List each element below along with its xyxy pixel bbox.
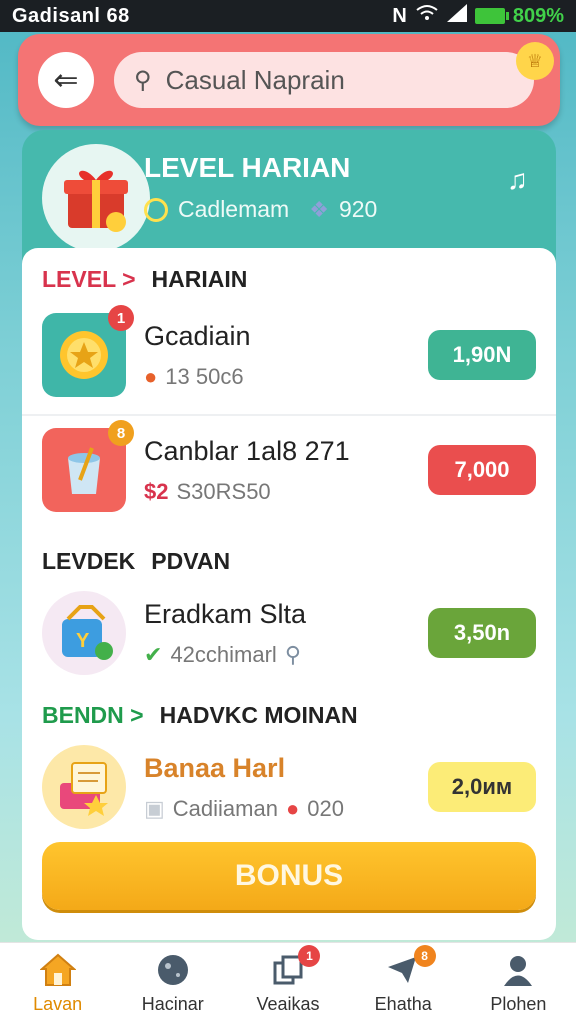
row-subtitle-text: Cadiiaman — [172, 795, 278, 821]
globe-icon — [155, 952, 191, 988]
row-subtitle: $2 S30RS50 — [144, 479, 428, 505]
crown-icon[interactable]: ♕ — [516, 42, 554, 80]
list-item[interactable]: Banaa Harl ▣ Cadiiaman ● 020 2,0им — [22, 732, 556, 842]
row-title: Eradkam Slta — [144, 598, 307, 629]
gem-icon: ❖ — [309, 196, 329, 222]
status-bar: Gadisanl 68 N 809% — [0, 0, 576, 32]
level-title: LEVEL HARIAN — [144, 152, 351, 183]
row-subtitle: ● 13 50c6 — [144, 364, 428, 390]
treasure-icon — [60, 762, 108, 816]
bonus-button[interactable]: BONUS — [42, 842, 536, 910]
list-item[interactable]: 8 Canblar 1al8 271 $2 S30RS50 7,000 — [22, 414, 556, 524]
row-subtitle-text: 42cchimarl — [170, 641, 277, 667]
list-item[interactable]: Y Eradkam Slta ✔ 42cchimarl ⚲ 3,50n — [22, 578, 556, 688]
back-button[interactable]: ⇐ — [38, 52, 94, 108]
row-title: Canblar 1al8 271 — [144, 435, 350, 466]
price-button[interactable]: 2,0им — [428, 762, 536, 812]
section-prefix: LEVDEK — [42, 548, 136, 574]
row-subtitle-prefix: $2 — [144, 478, 169, 504]
row-subtitle: ▣ Cadiiaman ● 020 — [144, 796, 428, 822]
row-info: Banaa Harl ▣ Cadiiaman ● 020 — [144, 753, 428, 822]
row-title: Banaa Harl — [144, 752, 286, 783]
level-gems: 920 — [338, 196, 378, 222]
status-time: Gadisanl 68 — [12, 4, 130, 27]
gift-icon — [64, 170, 128, 232]
list-item[interactable]: 1 Gcadiain ● 13 50c6 1,90N — [22, 300, 556, 410]
bag-thumbnail: Y — [42, 591, 126, 675]
row-subtitle-extra: 020 — [307, 795, 344, 821]
level-subtitle-text: Cadlemam — [178, 196, 290, 222]
search-input[interactable]: ⚲ Casual Naprain — [114, 52, 534, 108]
row-subtitle-text: 13 50c6 — [165, 363, 244, 389]
notification-badge: 1 — [108, 305, 134, 331]
wifi-icon — [415, 4, 439, 28]
coin-thumbnail: 1 — [42, 305, 134, 397]
section-title: PDVAN — [151, 548, 231, 574]
battery-percent: 809% — [512, 4, 564, 27]
nav-label: Lavan — [33, 994, 83, 1014]
paint-thumbnail: 8 — [42, 420, 134, 512]
price-button[interactable]: 3,50n — [428, 608, 536, 658]
row-info: Canblar 1al8 271 $2 S30RS50 — [144, 436, 428, 505]
nav-profile[interactable]: Plohen — [461, 943, 576, 1024]
section-title: HADVKC MOINAN — [159, 702, 358, 728]
nav-label: Plohen — [490, 994, 547, 1014]
signal-icon — [446, 4, 467, 28]
header-bar: ⇐ ⚲ Casual Naprain ♕ — [18, 34, 560, 126]
notification-badge: 8 — [108, 420, 134, 446]
location-icon: ● — [285, 795, 300, 821]
fire-icon: ● — [144, 363, 158, 389]
status-icons: N 809% — [392, 4, 564, 28]
section-header-2: LEVDEK PDVAN — [42, 548, 230, 575]
search-text: Casual Naprain — [165, 64, 345, 95]
nav-explore[interactable]: Hacinar — [115, 943, 230, 1024]
svg-text:Y: Y — [76, 630, 90, 652]
treasure-thumbnail — [42, 745, 126, 829]
search-icon: ⚲ — [134, 66, 152, 94]
paint-bucket-icon — [68, 447, 100, 494]
clock-icon — [144, 197, 168, 222]
content-panel: LEVEL > HARIAIN 1 Gcadiain ● 13 50c6 1,9… — [22, 248, 556, 940]
nav-badge: 8 — [413, 945, 436, 967]
coin-icon — [60, 331, 108, 379]
back-arrow-icon: ⇐ — [53, 63, 79, 97]
row-info: Gcadiain ● 13 50c6 — [144, 321, 428, 390]
row-subtitle-text: S30RS50 — [176, 478, 271, 504]
price-button[interactable]: 7,000 — [428, 445, 536, 495]
nav-share[interactable]: 8 Ehatha — [346, 943, 461, 1024]
nav-label: Veaikas — [256, 994, 320, 1014]
gift-avatar — [42, 144, 150, 252]
row-info: Eradkam Slta ✔ 42cchimarl ⚲ — [144, 599, 428, 668]
section-title: HARIAIN — [151, 266, 248, 292]
section-prefix: BENDN > — [42, 702, 144, 728]
row-subtitle: ✔ 42cchimarl ⚲ — [144, 642, 428, 668]
nav-label: Ehatha — [374, 994, 432, 1014]
battery-icon — [474, 8, 509, 24]
nfc-icon: N — [392, 4, 407, 27]
bell-icon[interactable]: ♫ — [507, 164, 528, 196]
price-button[interactable]: 1,90N — [428, 330, 536, 380]
level-subtitle: Cadlemam ❖ 920 — [144, 196, 377, 223]
nav-tasks[interactable]: 1 Veaikas — [230, 943, 345, 1024]
nav-home[interactable]: Lavan — [0, 943, 115, 1024]
section-header-1: LEVEL > HARIAIN — [42, 266, 247, 293]
check-icon: ✔ — [144, 641, 163, 667]
bag-icon: Y — [62, 605, 113, 660]
bottom-nav: Lavan Hacinar 1 Veaikas 8 Ehatha Plohen — [0, 942, 576, 1024]
user-icon — [500, 952, 536, 988]
row-title: Gcadiain — [144, 320, 251, 351]
home-icon — [39, 952, 76, 988]
pin-icon: ⚲ — [284, 641, 301, 667]
nav-label: Hacinar — [141, 994, 204, 1014]
section-prefix: LEVEL > — [42, 266, 136, 292]
section-header-3: BENDN > HADVKC MOINAN — [42, 702, 358, 729]
nav-badge: 1 — [298, 945, 321, 967]
coin-stack-icon: ▣ — [144, 795, 165, 821]
